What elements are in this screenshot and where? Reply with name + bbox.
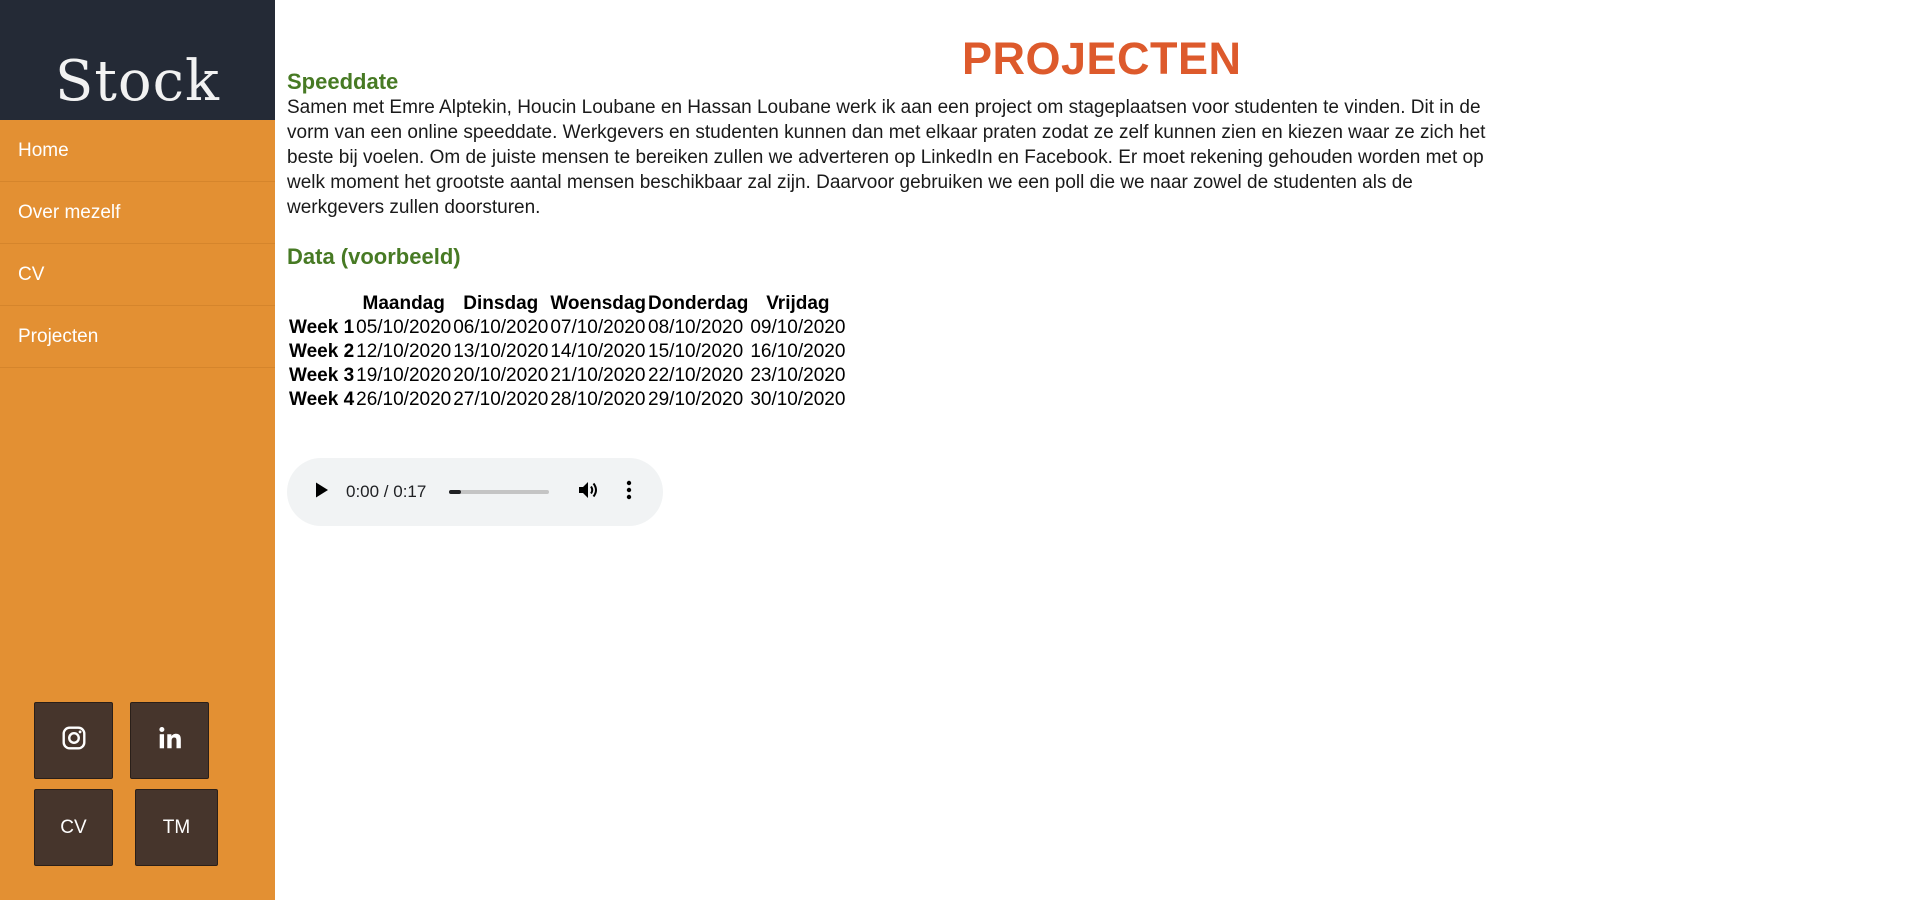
table-cell: 20/10/2020 (453, 365, 549, 386)
table-cell: 14/10/2020 (550, 341, 646, 362)
cv-link-button[interactable]: CV (34, 789, 113, 866)
table-cell: 13/10/2020 (453, 341, 549, 362)
sidebar-nav: Home Over mezelf CV Projecten (0, 120, 275, 368)
table-row: Week 4 26/10/2020 27/10/2020 28/10/2020 … (289, 388, 845, 412)
nav-item-cv[interactable]: CV (0, 244, 275, 306)
table-cell: 09/10/2020 (750, 317, 846, 338)
table-cell: 21/10/2020 (550, 365, 646, 386)
logo-banner[interactable]: Stock (0, 0, 275, 120)
column-header-vrijdag: Vrijdag (766, 293, 830, 314)
speeddate-description: Samen met Emre Alptekin, Houcin Loubane … (287, 97, 1486, 218)
table-cell: 05/10/2020 (356, 317, 452, 338)
more-vert-icon (626, 480, 632, 505)
table-cell: 28/10/2020 (550, 389, 646, 410)
instagram-button[interactable] (34, 702, 113, 779)
table-cell: 12/10/2020 (356, 341, 452, 362)
instagram-icon (61, 725, 87, 757)
column-header-donderdag: Donderdag (648, 293, 749, 314)
column-header-maandag: Maandag (362, 293, 445, 314)
page-title: PROJECTEN (962, 33, 1242, 84)
table-header-row: Maandag Dinsdag Woensdag Donderdag Vrijd… (289, 292, 845, 316)
table-cell: 08/10/2020 (648, 317, 744, 338)
more-options-button[interactable] (617, 480, 641, 504)
volume-icon (578, 480, 600, 505)
row-header: Week 2 (289, 341, 355, 362)
row-header: Week 1 (289, 317, 355, 338)
cv-link-label: CV (60, 816, 87, 838)
play-icon (315, 482, 329, 503)
audio-seek-progress (449, 490, 461, 494)
table-cell: 15/10/2020 (648, 341, 744, 362)
nav-item-home[interactable]: Home (0, 120, 275, 182)
volume-button[interactable] (577, 480, 601, 504)
play-button[interactable] (310, 480, 334, 504)
section-heading-data: Data (voorbeeld) (287, 244, 461, 269)
linkedin-button[interactable] (130, 702, 209, 779)
main-content: PROJECTEN Speeddate Samen met Emre Alpte… (287, 0, 1917, 900)
audio-seek-bar[interactable] (449, 490, 549, 494)
sidebar: Stock Home Over mezelf CV Projecten CV T… (0, 0, 275, 900)
schedule-table: Maandag Dinsdag Woensdag Donderdag Vrijd… (287, 292, 847, 412)
table-cell: 19/10/2020 (356, 365, 452, 386)
audio-player: 0:00 / 0:17 (287, 458, 663, 526)
table-cell: 30/10/2020 (750, 389, 846, 410)
nav-item-over-mezelf[interactable]: Over mezelf (0, 182, 275, 244)
table-cell: 22/10/2020 (648, 365, 744, 386)
table-row: Week 3 19/10/2020 20/10/2020 21/10/2020 … (289, 364, 845, 388)
table-cell: 06/10/2020 (453, 317, 549, 338)
section-heading-speeddate: Speeddate (287, 69, 399, 94)
table-row: Week 2 12/10/2020 13/10/2020 14/10/2020 … (289, 340, 845, 364)
table-cell: 16/10/2020 (750, 341, 846, 362)
tm-link-label: TM (162, 816, 191, 838)
table-cell: 29/10/2020 (648, 389, 744, 410)
tm-link-button[interactable]: TM (135, 789, 218, 866)
linkedin-icon (157, 725, 183, 757)
audio-time: 0:00 / 0:17 (346, 482, 427, 501)
table-row: Week 1 05/10/2020 06/10/2020 07/10/2020 … (289, 316, 845, 340)
nav-item-projecten[interactable]: Projecten (0, 306, 275, 368)
site-logo[interactable]: Stock (0, 52, 275, 112)
table-cell: 27/10/2020 (453, 389, 549, 410)
table-cell: 23/10/2020 (750, 365, 846, 386)
column-header-dinsdag: Dinsdag (463, 293, 539, 314)
row-header: Week 3 (289, 365, 355, 386)
table-cell: 07/10/2020 (550, 317, 646, 338)
row-header: Week 4 (289, 389, 355, 410)
table-cell: 26/10/2020 (356, 389, 452, 410)
column-header-empty (289, 292, 354, 316)
column-header-woensdag: Woensdag (550, 293, 647, 314)
